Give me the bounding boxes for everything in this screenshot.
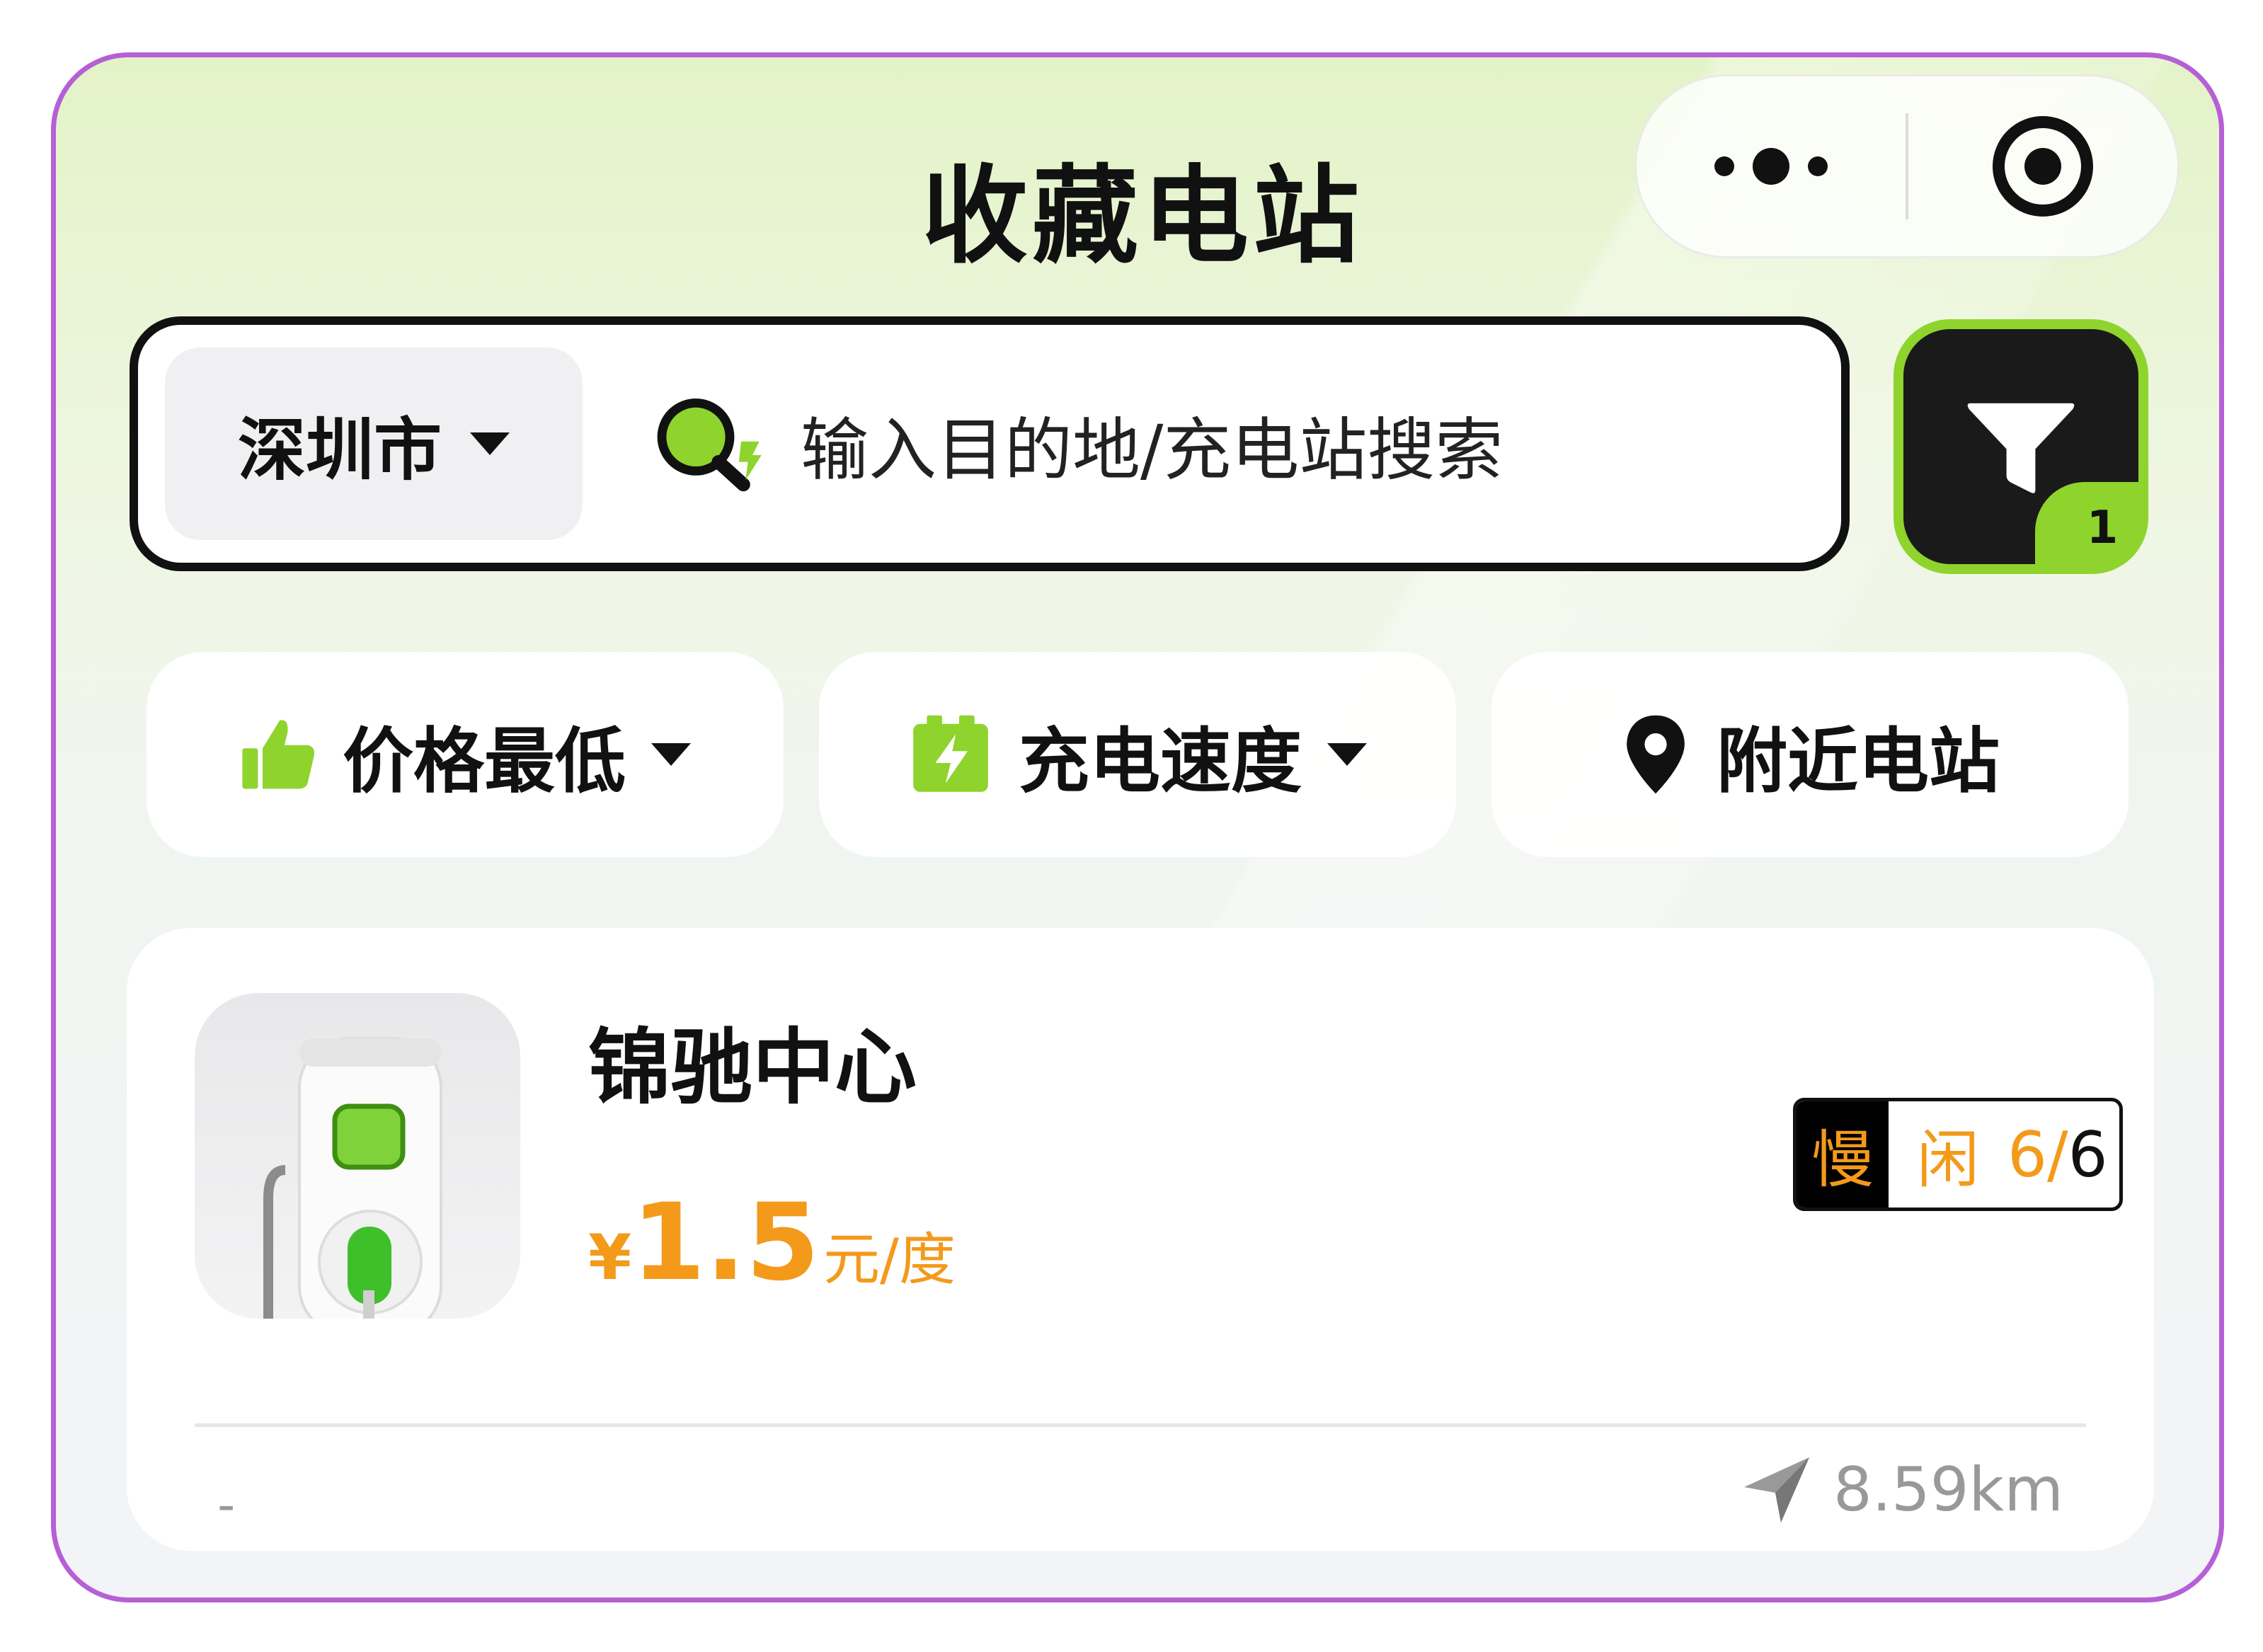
price-unit: 元/度: [823, 1227, 956, 1292]
station-address: -: [217, 1476, 236, 1534]
filter-button[interactable]: 1: [1894, 319, 2148, 574]
availability-status: 闲: [1917, 1123, 1980, 1196]
station-price: ¥1.5 元/度: [588, 1190, 956, 1296]
chip-charging-speed[interactable]: 充电速度: [819, 652, 1456, 857]
close-button[interactable]: [1908, 76, 2177, 256]
sort-chips: 价格最低 充电速度 附近电站: [147, 652, 2171, 857]
app-frame: 收藏电站 深圳市 输入目的地/充电站搜索 1 价格最低 充电速度 附近电站 锦驰…: [51, 52, 2224, 1602]
station-image: [195, 993, 520, 1319]
more-dots-icon: [1714, 156, 1734, 176]
chevron-down-icon: [470, 432, 510, 455]
station-name: 锦驰中心: [588, 1020, 917, 1115]
city-selector[interactable]: 深圳市: [165, 348, 583, 540]
location-pin-icon: [1627, 715, 1685, 794]
station-card[interactable]: 锦驰中心 ¥1.5 元/度 慢 闲 6/6 - 8.59km: [127, 928, 2154, 1551]
charger-illustration: [263, 1037, 442, 1319]
mini-program-capsule: [1634, 74, 2179, 258]
chip-label: 附近电站: [1717, 719, 2000, 803]
price-currency: ¥: [588, 1221, 632, 1294]
search-input[interactable]: 输入目的地/充电站搜索: [801, 395, 1503, 493]
chip-nearby-stations[interactable]: 附近电站: [1491, 652, 2129, 857]
card-divider: [195, 1423, 2086, 1427]
city-label: 深圳市: [238, 410, 442, 490]
more-button[interactable]: [1637, 76, 1906, 256]
distance-value: 8.59km: [1833, 1455, 2063, 1525]
charger-availability-badge: 慢 闲 6/6: [1793, 1098, 2123, 1211]
available-count: 6/: [2007, 1118, 2068, 1191]
search-bar[interactable]: 深圳市 输入目的地/充电站搜索: [130, 316, 1850, 571]
chevron-down-icon: [1327, 743, 1367, 766]
battery-bolt-icon: [913, 715, 988, 792]
chip-lowest-price[interactable]: 价格最低: [147, 652, 784, 857]
total-count: 6: [2068, 1118, 2108, 1191]
navigation-arrow-icon: [1743, 1457, 1809, 1522]
station-distance[interactable]: 8.59km: [1741, 1455, 2063, 1525]
filter-count-badge: 1: [2035, 482, 2148, 574]
thumbs-up-icon: [242, 720, 314, 789]
target-icon: [1993, 116, 2093, 217]
chip-label: 充电速度: [1019, 719, 1302, 803]
chevron-down-icon: [651, 743, 691, 766]
chip-label: 价格最低: [343, 719, 626, 803]
charger-type: 慢: [1797, 1101, 1889, 1208]
search-icon: [657, 398, 762, 492]
price-value: 1.5: [631, 1181, 820, 1304]
